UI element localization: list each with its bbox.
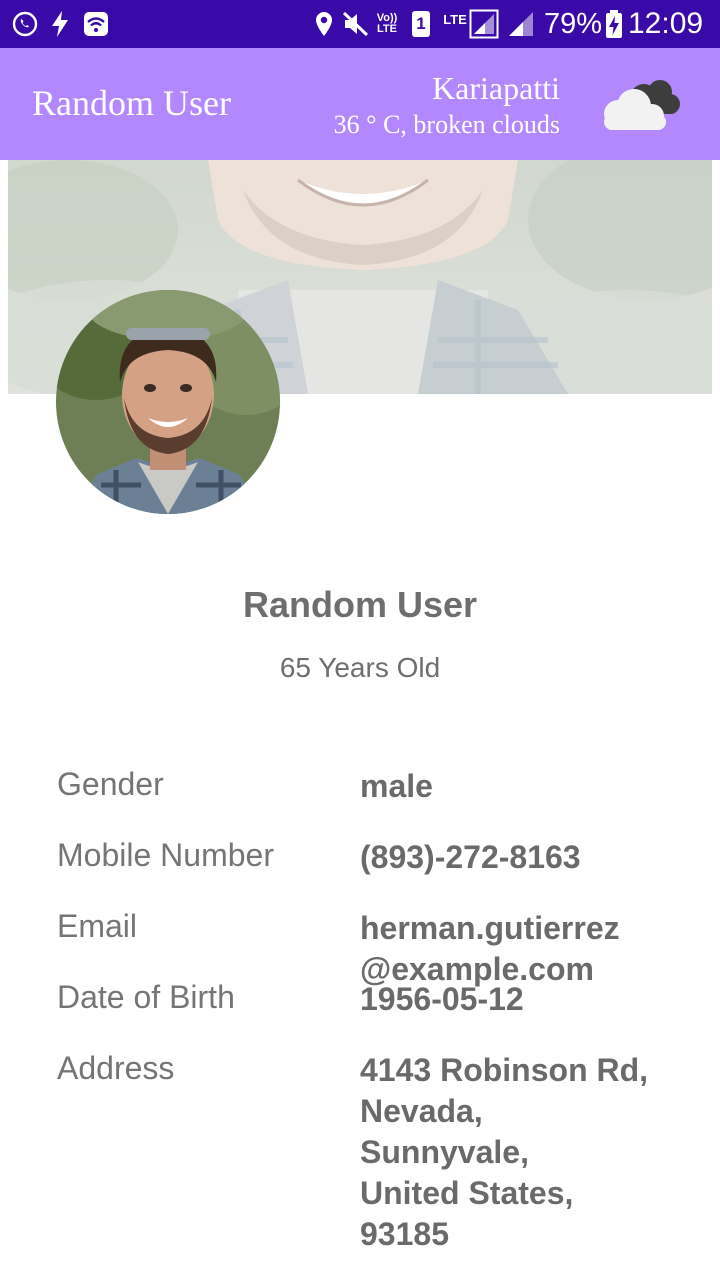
volte-bottom-label: LTE [377,23,397,35]
address-line-5: 93185 [360,1216,449,1252]
weather-description: 36 ° C, broken clouds [333,110,560,139]
location-icon [312,0,336,48]
sim-icon: 1 [410,0,432,48]
email-line-1: herman.gutierrez [360,910,620,946]
battery-percent: 79% [543,7,602,40]
sim-slot-label: 1 [416,14,426,33]
battery-charging-icon [604,0,624,48]
battery-percent-wrap: 79% [540,0,602,48]
lte-signal-icon: LTE [440,0,502,48]
broken-clouds-icon [604,80,680,130]
address-line-3: Sunnyvale, [360,1134,529,1170]
whatsapp-icon [10,0,40,48]
address-line-1: 4143 Robinson Rd, [360,1052,649,1088]
status-bar: Vo)) LTE 1 LTE 79% 12:09 [0,0,720,48]
mobile-label: Mobile Number [57,837,274,873]
volte-icon: Vo)) LTE [372,0,402,48]
mute-icon [340,0,370,48]
address-label: Address [57,1050,175,1086]
dob-label: Date of Birth [57,979,235,1015]
weather-city: Kariapatti [432,70,560,106]
address-line-4: United States, [360,1175,574,1211]
wifi-icon [82,0,110,48]
address-line-2: Nevada, [360,1093,483,1129]
profile-age: 65 Years Old [279,652,441,683]
signal-icon [506,0,536,48]
app-bar: Random User Kariapatti 36 ° C, broken cl… [0,48,720,160]
mobile-value[interactable]: (893)-272-8163 [360,837,700,878]
flash-icon [48,0,72,48]
app-title: Random User [32,83,231,123]
profile-screen: Vo)) LTE 1 LTE 79% 12:09 Random User Kar… [0,0,720,1280]
dob-value: 1956-05-12 [360,981,524,1017]
lte-label: LTE [443,11,467,27]
gender-label: Gender [57,766,164,802]
email-value[interactable]: herman.gutierrez @example.com [360,908,700,990]
email-label: Email [57,908,138,944]
profile-avatar[interactable] [56,290,280,514]
address-value: 4143 Robinson Rd, Nevada, Sunnyvale, Uni… [360,1050,700,1255]
gender-value: male [360,768,433,804]
profile-name: Random User [242,584,478,625]
clock: 12:09 [628,7,704,40]
clock-wrap: 12:09 [628,0,712,48]
